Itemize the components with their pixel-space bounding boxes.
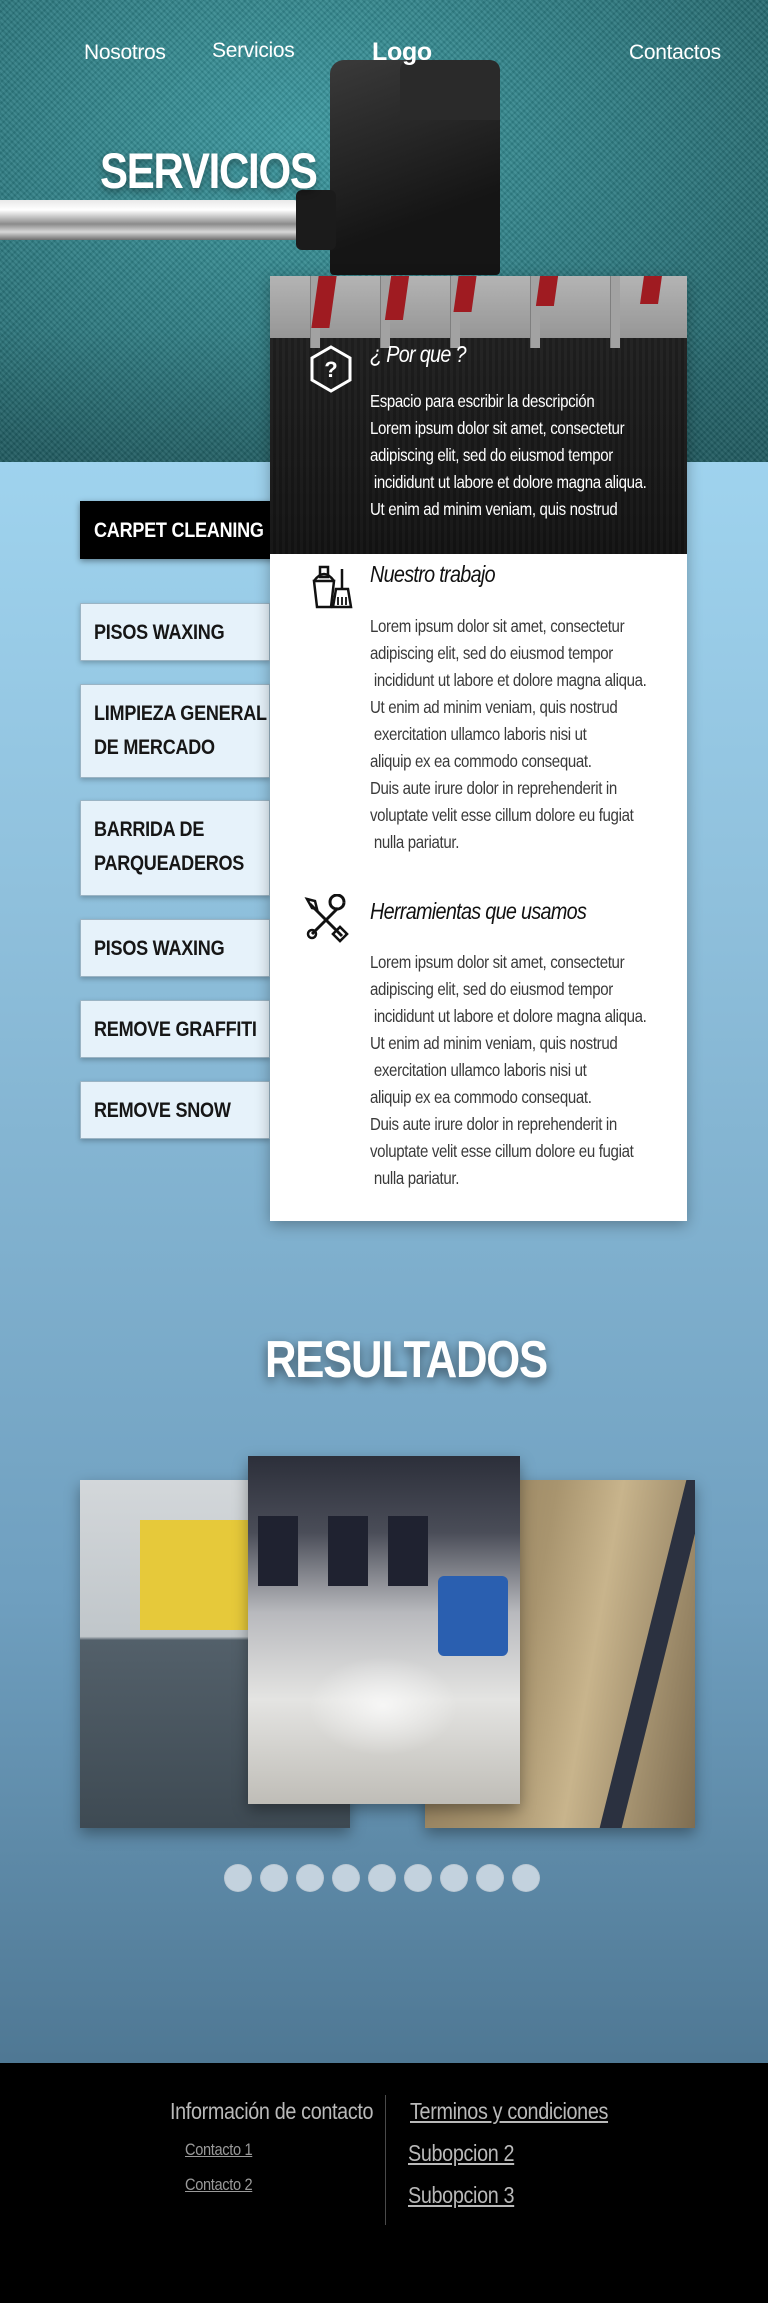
menu-item-label-line1: LIMPIEZA GENERAL (94, 702, 267, 725)
section-text-herramientas: Lorem ipsum dolor sit amet, consectetur … (370, 952, 647, 1188)
carousel-dot-2[interactable] (260, 1864, 288, 1892)
footer: Información de contacto Contacto 1 Conta… (0, 2063, 768, 2303)
footer-contact-2[interactable]: Contacto 2 (185, 2175, 253, 2195)
carousel-dot-4[interactable] (332, 1864, 360, 1892)
logo[interactable]: Logo (372, 38, 432, 67)
result-photo-center[interactable] (248, 1456, 520, 1804)
results-title: RESULTADOS (265, 1331, 548, 1389)
carousel-dot-1[interactable] (224, 1864, 252, 1892)
menu-item-label-line2: DE MERCADO (94, 736, 215, 759)
carousel-dot-8[interactable] (476, 1864, 504, 1892)
menu-item-barrida-parqueaderos[interactable]: BARRIDA DE PARQUEADEROS (80, 800, 270, 896)
cleaning-bucket-icon (312, 565, 353, 609)
footer-divider (385, 2095, 386, 2225)
menu-item-pisos-waxing[interactable]: PISOS WAXING (80, 603, 270, 661)
nav-link-servicios[interactable]: Servicios (212, 39, 295, 63)
menu-item-remove-snow[interactable]: REMOVE SNOW (80, 1081, 270, 1139)
vacuum-top-image (400, 60, 500, 120)
footer-contact-title: Información de contacto (170, 2098, 374, 2124)
carousel-dot-7[interactable] (440, 1864, 468, 1892)
carousel-dot-9[interactable] (512, 1864, 540, 1892)
menu-item-limpieza-general[interactable]: LIMPIEZA GENERAL DE MERCADO (80, 684, 270, 778)
menu-item-pisos-waxing-2[interactable]: PISOS WAXING (80, 919, 270, 977)
menu-item-carpet-cleaning[interactable]: CARPET CLEANING (80, 501, 295, 559)
tools-icon (304, 894, 349, 943)
carousel-dot-5[interactable] (368, 1864, 396, 1892)
menu-item-label: REMOVE SNOW (94, 1099, 231, 1122)
section-title-herramientas: Herramientas que usamos (370, 898, 587, 924)
menu-item-label-line2: PARQUEADEROS (94, 852, 245, 875)
footer-contact-1[interactable]: Contacto 1 (185, 2140, 253, 2160)
footer-link-subopcion-3[interactable]: Subopcion 3 (408, 2182, 515, 2209)
carousel-dot-3[interactable] (296, 1864, 324, 1892)
service-detail-card: ? ¿ Por que ? Espacio para escribir la d… (270, 276, 687, 1221)
menu-item-label: PISOS WAXING (94, 937, 225, 960)
section-text-por-que: Espacio para escribir la descripción Lor… (370, 391, 647, 519)
svg-text:?: ? (324, 357, 337, 382)
menu-item-label: REMOVE GRAFFITI (94, 1018, 257, 1041)
page-title: SERVICIOS (100, 143, 318, 199)
footer-link-terminos[interactable]: Terminos y condiciones (410, 2098, 608, 2125)
menu-item-label: CARPET CLEANING (94, 519, 264, 542)
vacuum-pipe-image (0, 200, 300, 240)
section-text-nuestro-trabajo: Lorem ipsum dolor sit amet, consectetur … (370, 616, 647, 852)
footer-link-subopcion-2[interactable]: Subopcion 2 (408, 2140, 515, 2167)
menu-item-label-line1: BARRIDA DE (94, 818, 205, 841)
section-title-por-que: ¿ Por que ? (370, 341, 466, 367)
section-title-nuestro-trabajo: Nuestro trabajo (370, 561, 496, 587)
question-hexagon-icon: ? (310, 345, 352, 393)
nav-link-contactos[interactable]: Contactos (629, 41, 721, 65)
nav-link-nosotros[interactable]: Nosotros (84, 41, 166, 65)
menu-item-remove-graffiti[interactable]: REMOVE GRAFFITI (80, 1000, 270, 1058)
carousel-dot-6[interactable] (404, 1864, 432, 1892)
menu-item-label: PISOS WAXING (94, 621, 225, 644)
